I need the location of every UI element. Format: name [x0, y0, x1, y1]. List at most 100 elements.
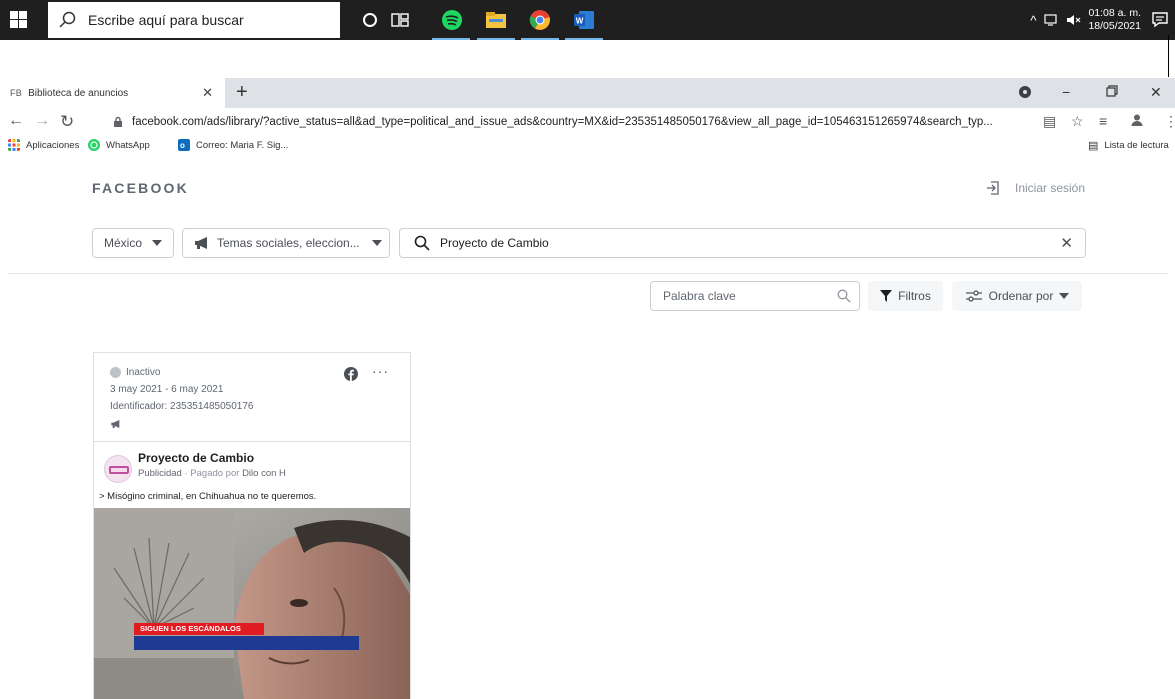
bookmark-whatsapp[interactable]: WhatsApp — [88, 139, 150, 151]
ad-search-input[interactable]: Proyecto de Cambio ✕ — [399, 228, 1086, 258]
ad-video-thumbnail[interactable]: SIGUEN LOS ESCÁNDALOS — [94, 508, 410, 699]
inactive-status-icon — [110, 367, 121, 378]
login-label: Iniciar sesión — [1015, 181, 1086, 195]
country-value: México — [104, 236, 143, 250]
ad-card[interactable]: Inactivo 3 may 2021 - 6 may 2021 Identif… — [93, 352, 411, 699]
bookmark-apps[interactable]: Aplicaciones — [8, 139, 79, 151]
file-explorer-icon[interactable] — [484, 8, 508, 32]
clear-search-icon[interactable]: ✕ — [1060, 234, 1073, 252]
ad-dates: 3 may 2021 - 6 may 2021 — [110, 384, 224, 395]
profile-icon[interactable] — [1130, 113, 1144, 130]
status-label: Inactivo — [126, 367, 161, 378]
keyword-input[interactable]: Palabra clave — [650, 281, 860, 311]
svg-text:o: o — [180, 141, 185, 150]
system-tray: ^ 01:08 a. m. 18/05/2021 — [1030, 0, 1175, 40]
login-icon — [987, 181, 999, 195]
search-value: Proyecto de Cambio — [440, 236, 549, 250]
ad-status: Inactivo — [110, 367, 160, 378]
clock-date: 18/05/2021 — [1088, 20, 1141, 32]
reload-icon[interactable]: ↻ — [60, 112, 74, 132]
bookmark-outlook[interactable]: o Correo: Maria F. Sig... — [178, 139, 288, 151]
sponsored-label: Publicidad — [138, 468, 182, 479]
bookmark-label: Aplicaciones — [26, 139, 80, 151]
spotify-icon[interactable] — [440, 8, 464, 32]
whatsapp-icon — [88, 139, 100, 151]
screen-divider — [1168, 35, 1169, 77]
forward-arrow-icon[interactable]: → — [34, 112, 50, 130]
taskbar-search-box[interactable]: Escribe aquí para buscar — [48, 2, 340, 38]
facebook-logo[interactable]: FACEBOOK — [92, 180, 189, 196]
keyword-placeholder: Palabra clave — [663, 289, 736, 303]
ad-sponsor-line: Publicidad · Pagado por Dilo con H — [138, 468, 286, 479]
facebook-platform-icon — [344, 367, 358, 381]
filters-button[interactable]: Filtros — [868, 281, 943, 311]
reading-list-icon: ▤ — [1088, 140, 1099, 152]
taskbar-search-placeholder: Escribe aquí para buscar — [88, 12, 244, 28]
bookmarks-bar: Aplicaciones WhatsApp o Correo: Maria F.… — [0, 136, 1175, 156]
chrome-icon[interactable] — [528, 8, 552, 32]
reading-list-toolbar-icon[interactable]: ≡ — [1099, 113, 1107, 129]
clock-time: 01:08 a. m. — [1088, 7, 1141, 19]
search-icon — [59, 11, 76, 28]
svg-text:W: W — [576, 17, 584, 26]
megaphone-icon — [110, 419, 122, 432]
news-banner: SIGUEN LOS ESCÁNDALOS — [134, 623, 264, 635]
more-options-icon[interactable]: ··· — [372, 363, 389, 379]
restore-icon[interactable] — [1106, 84, 1118, 100]
cortana-icon[interactable] — [358, 8, 382, 32]
country-select[interactable]: México — [92, 228, 174, 258]
bookmark-label: Correo: Maria F. Sig... — [196, 139, 289, 151]
notifications-icon[interactable] — [1151, 11, 1169, 29]
taskbar-clock[interactable]: 01:08 a. m. 18/05/2021 — [1088, 7, 1141, 33]
chevron-down-icon — [1059, 293, 1070, 299]
browser-toolbar: ← → ↻ facebook.com/ads/library/?active_s… — [0, 108, 1175, 136]
tray-caret-icon[interactable]: ^ — [1030, 13, 1036, 28]
ad-category-select[interactable]: Temas sociales, eleccion... — [182, 228, 390, 258]
profile-dot-icon[interactable] — [1018, 85, 1032, 102]
translate-icon[interactable]: ▤ — [1043, 113, 1056, 130]
address-bar[interactable]: facebook.com/ads/library/?active_status=… — [112, 111, 1032, 133]
header-divider — [8, 273, 1168, 274]
category-value: Temas sociales, eleccion... — [217, 236, 360, 250]
ad-identifier: Identificador: 235351485050176 — [110, 401, 254, 412]
browser-tabstrip: FB Biblioteca de anuncios ✕ + − ✕ — [0, 78, 1175, 108]
filter-icon — [880, 290, 893, 302]
new-tab-icon[interactable]: + — [236, 81, 248, 104]
page-avatar[interactable] — [104, 455, 132, 483]
search-icon — [414, 235, 430, 251]
chevron-down-icon — [371, 240, 382, 246]
tab-title: Biblioteca de anuncios — [28, 87, 129, 99]
search-icon — [837, 289, 851, 303]
ad-body-text: > Misógino criminal, en Chihuahua no te … — [99, 491, 317, 502]
login-link[interactable]: Iniciar sesión — [985, 180, 1085, 196]
apps-grid-icon — [8, 139, 20, 151]
tab-ad-library[interactable]: FB Biblioteca de anuncios ✕ — [0, 78, 225, 108]
chrome-menu-icon[interactable]: ⋮ — [1164, 113, 1175, 130]
ad-card-divider — [94, 441, 410, 442]
volume-muted-icon[interactable] — [1066, 13, 1082, 27]
close-window-icon[interactable]: ✕ — [1150, 84, 1162, 101]
back-arrow-icon[interactable]: ← — [8, 112, 24, 130]
windows-start-icon[interactable] — [10, 11, 27, 28]
reading-list[interactable]: ▤ Lista de lectura — [1088, 139, 1169, 152]
news-banner-bar — [134, 636, 359, 650]
windows-taskbar: Escribe aquí para buscar W ^ 01:08 a. m.… — [0, 0, 1175, 40]
network-icon[interactable] — [1044, 13, 1060, 27]
sort-button[interactable]: Ordenar por — [952, 281, 1082, 311]
ad-page-name[interactable]: Proyecto de Cambio — [138, 451, 254, 465]
sort-label: Ordenar por — [988, 289, 1054, 303]
outlook-icon: o — [178, 139, 190, 151]
bookmark-label: WhatsApp — [106, 139, 150, 151]
paid-by-prefix: · Pagado por — [184, 468, 240, 479]
minimize-icon[interactable]: − — [1062, 84, 1070, 100]
lock-icon[interactable] — [112, 116, 124, 128]
filters-label: Filtros — [898, 289, 931, 303]
ad-card-header: Inactivo 3 may 2021 - 6 may 2021 Identif… — [94, 353, 410, 441]
reading-list-label: Lista de lectura — [1104, 140, 1169, 151]
bookmark-star-icon[interactable]: ☆ — [1071, 113, 1084, 130]
close-tab-icon[interactable]: ✕ — [202, 85, 213, 101]
word-icon[interactable]: W — [572, 8, 596, 32]
sort-sliders-icon — [965, 290, 982, 302]
task-view-icon[interactable] — [388, 8, 412, 32]
chevron-down-icon — [152, 240, 163, 246]
